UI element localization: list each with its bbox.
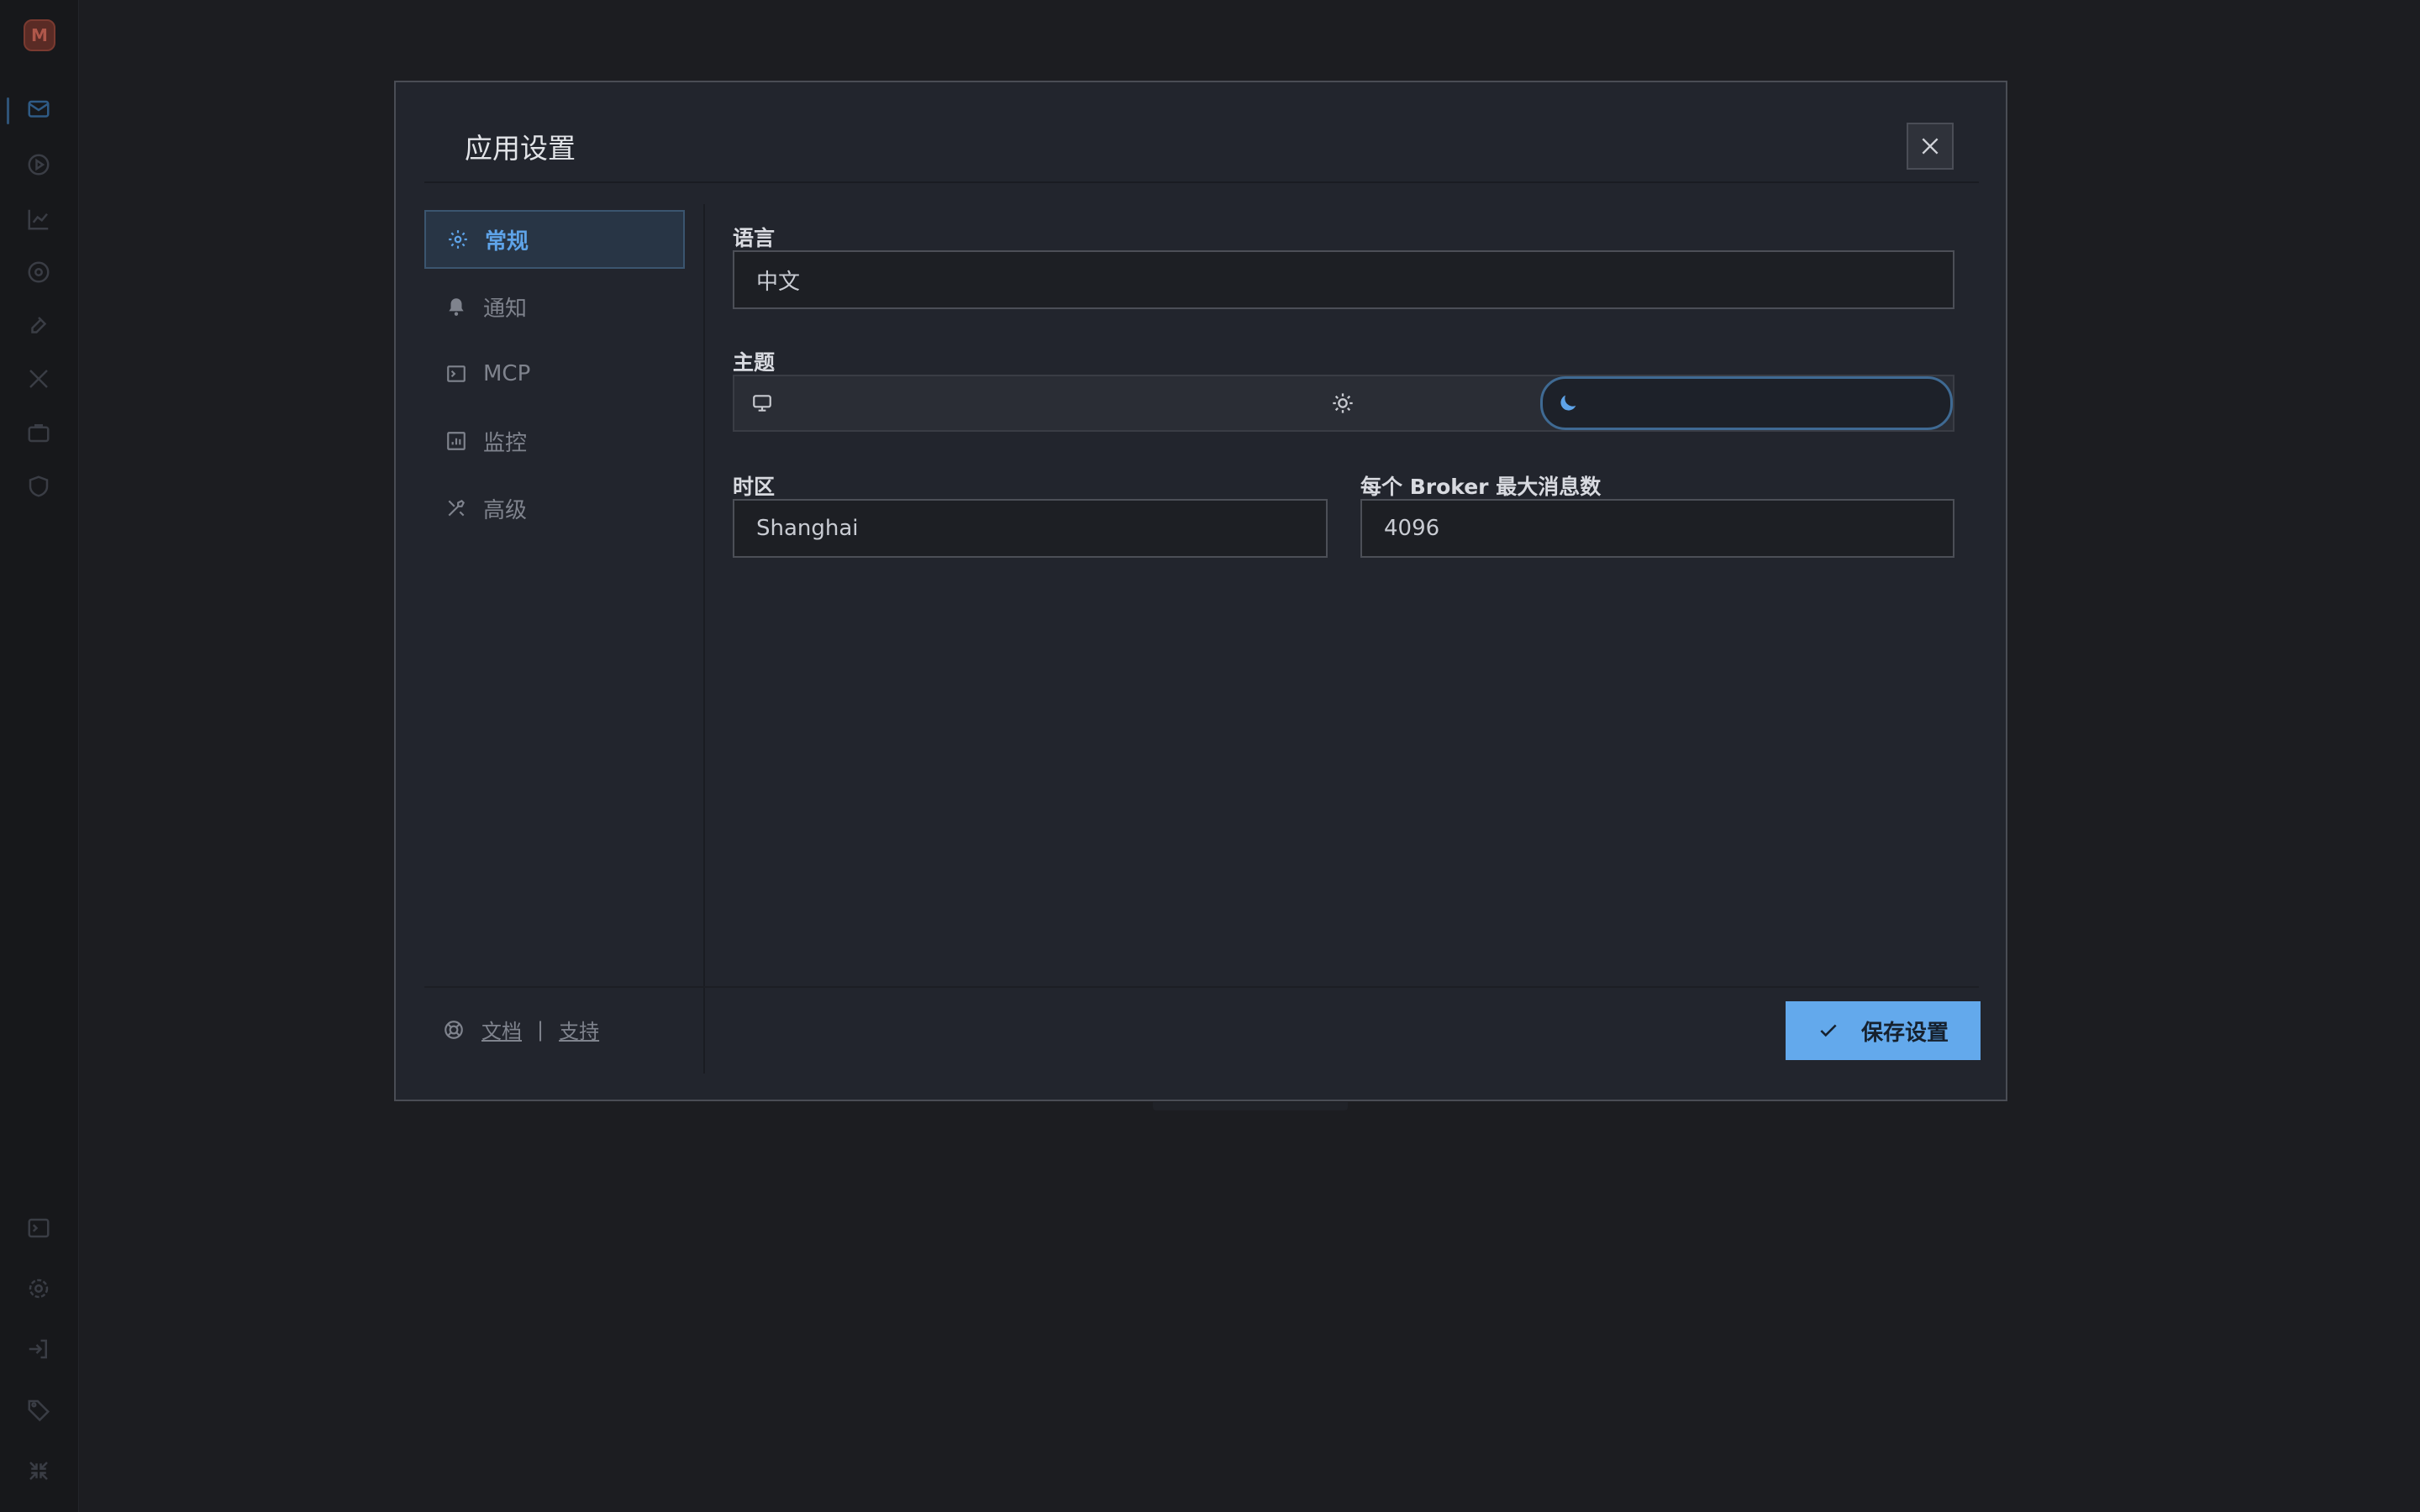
- settings-dialog: 应用设置 常规 通知 MCP 监控 高级 文档 | 支持 语言 中文 主题 时区…: [394, 81, 2007, 1101]
- theme-option-light[interactable]: [1145, 376, 1539, 430]
- tag-icon[interactable]: [24, 1394, 54, 1425]
- language-value: 中文: [756, 269, 801, 295]
- save-settings-button[interactable]: 保存设置: [1786, 1001, 1981, 1060]
- terminal-icon: [445, 362, 468, 386]
- nav-item-label: MCP: [483, 361, 531, 386]
- play-circle-icon[interactable]: [24, 150, 54, 180]
- max-messages-input[interactable]: 4096: [1360, 499, 1954, 558]
- nav-item-label: 通知: [483, 296, 528, 322]
- gear-icon: [446, 228, 470, 251]
- nav-item-label: 常规: [485, 228, 529, 255]
- link-separator: |: [537, 1017, 544, 1042]
- theme-selector: [733, 375, 1954, 432]
- nav-item-notifications[interactable]: 通知: [424, 277, 685, 336]
- nav-item-advanced[interactable]: 高级: [424, 479, 685, 538]
- nav-item-mcp[interactable]: MCP: [424, 344, 685, 403]
- language-label: 语言: [733, 226, 776, 250]
- tools-icon[interactable]: [24, 364, 54, 394]
- theme-option-system[interactable]: [734, 376, 1145, 430]
- tools-icon: [445, 496, 468, 520]
- timezone-select[interactable]: Shanghai: [733, 499, 1328, 558]
- bell-icon: [445, 295, 468, 318]
- briefcase-icon[interactable]: [24, 417, 54, 448]
- nav-item-label: 高级: [483, 497, 528, 523]
- dialog-title: 应用设置: [465, 132, 576, 165]
- nav-divider: [703, 204, 705, 1074]
- broker-icon[interactable]: [24, 257, 54, 287]
- nav-item-monitoring[interactable]: 监控: [424, 412, 685, 470]
- collapse-icon[interactable]: [24, 1456, 54, 1486]
- message-icon[interactable]: [24, 95, 54, 125]
- timezone-value: Shanghai: [756, 516, 859, 541]
- wrench-icon[interactable]: [24, 311, 54, 341]
- monitor-icon: [753, 395, 771, 412]
- docs-link[interactable]: 文档: [481, 1015, 522, 1044]
- max-messages-label: 每个 Broker 最大消息数: [1360, 475, 1602, 499]
- app-logo[interactable]: M: [24, 19, 55, 51]
- sun-icon: [1333, 393, 1353, 413]
- close-icon: [1922, 138, 1939, 155]
- language-select[interactable]: 中文: [733, 250, 1954, 309]
- terminal-icon[interactable]: [24, 1213, 54, 1243]
- nav-item-label: 监控: [483, 430, 528, 456]
- nav-item-general[interactable]: 常规: [424, 210, 685, 269]
- app-sidebar: M: [0, 0, 79, 1512]
- monitor-chart-icon: [445, 429, 468, 453]
- theme-label: 主题: [733, 350, 776, 375]
- app-logo-letter: M: [31, 25, 48, 45]
- gear-icon[interactable]: [24, 1273, 54, 1304]
- background-element: [1153, 1102, 1348, 1110]
- timezone-label: 时区: [733, 475, 776, 499]
- chart-icon[interactable]: [24, 204, 54, 234]
- footer-divider: [424, 986, 1979, 988]
- theme-option-dark[interactable]: [1539, 376, 1953, 430]
- close-button[interactable]: [1907, 123, 1954, 170]
- max-messages-value: 4096: [1384, 516, 1440, 541]
- sidebar-active-indicator: [7, 97, 9, 124]
- save-settings-label: 保存设置: [1860, 1020, 1949, 1046]
- support-link[interactable]: 支持: [559, 1015, 599, 1044]
- header-divider: [424, 181, 1979, 183]
- lifebuoy-icon: [443, 1019, 465, 1041]
- moon-icon: [1560, 395, 1576, 411]
- settings-nav: 常规 通知 MCP 监控 高级: [424, 210, 685, 546]
- login-icon[interactable]: [24, 1334, 54, 1364]
- check-icon: [1818, 1020, 1839, 1042]
- shield-icon[interactable]: [24, 471, 54, 501]
- help-links: 文档 | 支持: [443, 1015, 599, 1044]
